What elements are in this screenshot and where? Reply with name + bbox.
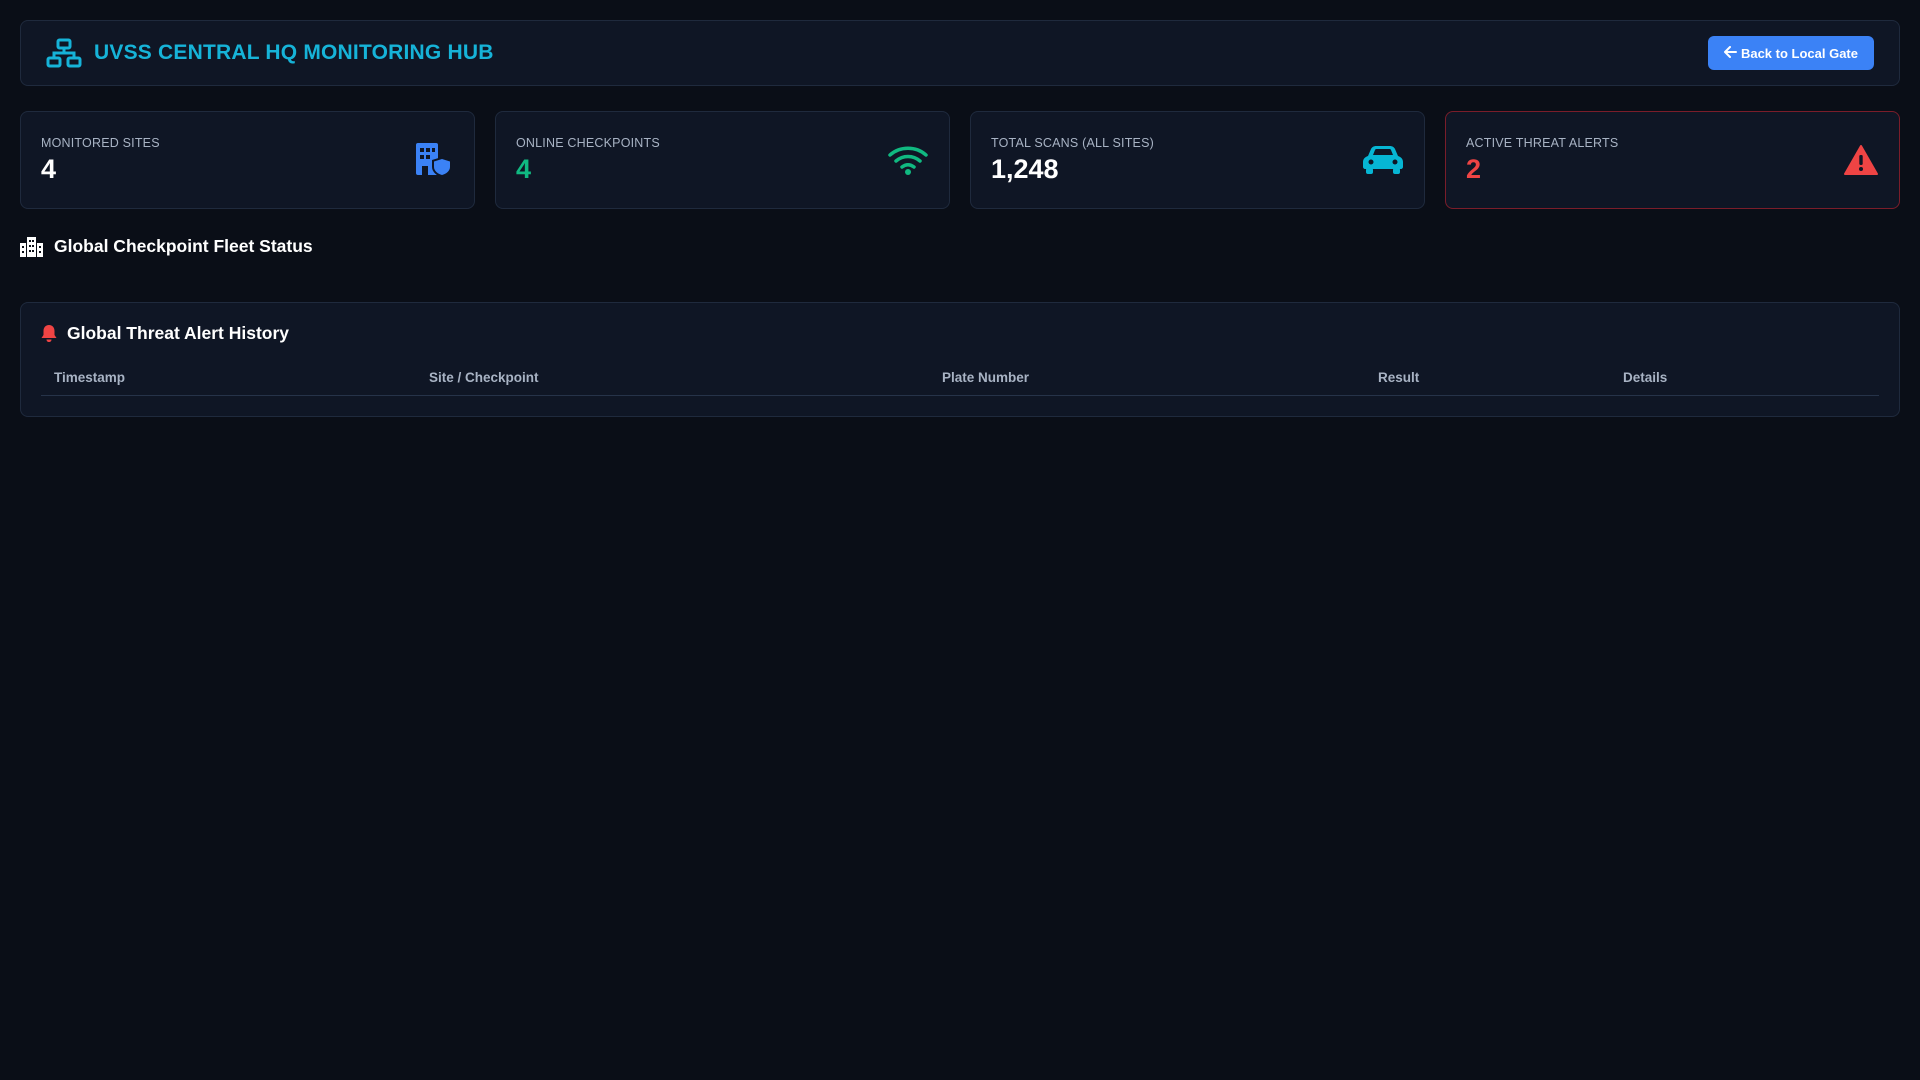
stat-card-active-threat-alerts: ACTIVE THREAT ALERTS 2: [1445, 111, 1900, 209]
stat-card-online-checkpoints: ONLINE CHECKPOINTS 4: [495, 111, 950, 209]
fleet-status-heading: Global Checkpoint Fleet Status: [20, 236, 1900, 257]
network-icon: [46, 38, 82, 68]
column-header-site-checkpoint[interactable]: Site / Checkpoint: [416, 370, 929, 396]
column-header-result[interactable]: Result: [1365, 370, 1610, 396]
car-icon: [1358, 140, 1404, 180]
arrow-left-icon: [1723, 46, 1737, 60]
stat-label: TOTAL SCANS (ALL SITES): [991, 135, 1154, 150]
alert-history-panel: Global Threat Alert History Timestamp Si…: [20, 302, 1900, 417]
column-header-timestamp[interactable]: Timestamp: [41, 370, 416, 396]
stat-card-total-scans: TOTAL SCANS (ALL SITES) 1,248: [970, 111, 1425, 209]
app-title: UVSS CENTRAL HQ MONITORING HUB: [94, 41, 494, 64]
page: UVSS CENTRAL HQ MONITORING HUB Back to L…: [0, 0, 1920, 1080]
column-header-plate-number[interactable]: Plate Number: [929, 370, 1365, 396]
stat-label: ACTIVE THREAT ALERTS: [1466, 135, 1619, 150]
top-header: UVSS CENTRAL HQ MONITORING HUB Back to L…: [20, 20, 1900, 86]
alert-history-table: Timestamp Site / Checkpoint Plate Number…: [41, 370, 1879, 396]
alert-history-heading: Global Threat Alert History: [41, 323, 1879, 344]
warning-icon: [1833, 140, 1879, 180]
stat-label: ONLINE CHECKPOINTS: [516, 135, 660, 150]
stat-value: 4: [516, 153, 532, 184]
stat-label: MONITORED SITES: [41, 135, 160, 150]
back-to-local-gate-button[interactable]: Back to Local Gate: [1707, 36, 1874, 70]
back-button-label: Back to Local Gate: [1740, 45, 1858, 61]
stat-value: 2: [1466, 153, 1482, 184]
stat-value: 4: [41, 153, 57, 184]
stat-card-monitored-sites: MONITORED SITES 4: [20, 111, 475, 209]
stats-row: MONITORED SITES 4 ONLINE CHECKPOINTS 4 T…: [20, 111, 1900, 209]
stat-value: 1,248: [991, 153, 1059, 184]
fleet-status-title: Global Checkpoint Fleet Status: [54, 236, 313, 256]
wifi-icon: [883, 140, 929, 180]
column-header-details[interactable]: Details: [1610, 370, 1879, 396]
table-header-row: Timestamp Site / Checkpoint Plate Number…: [41, 370, 1879, 396]
city-icon: [20, 236, 44, 257]
alert-history-title: Global Threat Alert History: [67, 323, 290, 343]
building-shield-icon: [408, 140, 454, 180]
brand: UVSS CENTRAL HQ MONITORING HUB: [46, 38, 494, 68]
bell-icon: [41, 324, 59, 344]
